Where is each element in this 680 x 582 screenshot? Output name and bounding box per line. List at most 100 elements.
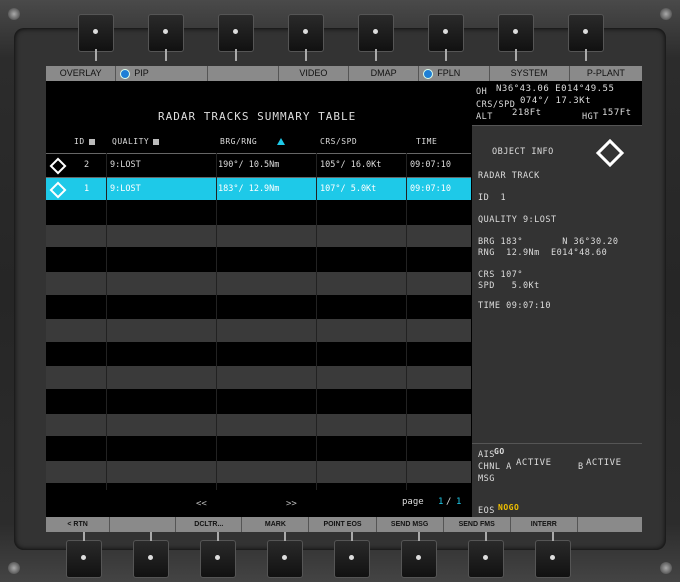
column-divider [106, 153, 107, 490]
crsspd-value: 074°/ 17.3Kt [520, 96, 592, 106]
header-time-label: TIME [416, 137, 438, 146]
tracks-table: 2 9:LOST 190°/ 10.5Nm 105°/ 16.0Kt 09:07… [46, 153, 471, 485]
sort-square-icon [153, 138, 160, 145]
bezel-button-top-8[interactable] [568, 14, 604, 61]
table-row-empty[interactable] [46, 295, 471, 320]
pip-radio-icon [120, 68, 131, 79]
sort-square-icon [88, 138, 95, 145]
pager: << >> page 1 / 1 [46, 497, 471, 513]
rtn-button[interactable]: < RTN [46, 517, 111, 532]
ais-label: AIS [478, 450, 495, 460]
send-msg-button[interactable]: SEND MSG [377, 517, 444, 532]
track-diamond-icon [49, 181, 67, 199]
page-label: page [402, 497, 424, 507]
table-row[interactable]: 2 9:LOST 190°/ 10.5Nm 105°/ 16.0Kt 09:07… [46, 153, 471, 178]
chnl-a-value: ACTIVE [516, 458, 552, 468]
softkey-blank[interactable] [208, 66, 279, 81]
bezel-button-top-4[interactable] [288, 14, 324, 61]
object-id: ID 1 [478, 193, 507, 203]
table-row-empty[interactable] [46, 201, 471, 225]
header-quality[interactable]: QUALITY [112, 137, 163, 146]
page-total: 1 [456, 497, 462, 507]
table-row-selected[interactable]: 1 9:LOST 183°/ 12.9Nm 107°/ 5.0Kt 09:07:… [46, 177, 471, 202]
object-type: RADAR TRACK [478, 171, 540, 181]
softkey-system[interactable]: SYSTEM [490, 66, 570, 81]
cell-crs-spd: 107°/ 5.0Kt [320, 183, 377, 194]
header-crs-spd[interactable]: CRS/SPD [320, 137, 357, 146]
softkey-overlay-label: OVERLAY [59, 68, 102, 78]
bezel-button-bottom-8[interactable] [535, 529, 571, 578]
table-title: RADAR TRACKS SUMMARY TABLE [158, 110, 357, 123]
bezel-button-bottom-5[interactable] [334, 529, 370, 578]
table-row-empty[interactable] [46, 271, 471, 296]
bezel-button-top-6[interactable] [428, 14, 464, 61]
table-row-empty[interactable] [46, 437, 471, 461]
header-crs-spd-label: CRS/SPD [320, 137, 358, 146]
header-brg-rng[interactable]: BRG/RNG [220, 137, 286, 146]
softkey-blank-bottom[interactable] [110, 517, 177, 532]
send-fms-button[interactable]: SEND FMS [444, 517, 511, 532]
softkey-blank-bottom-end[interactable] [578, 517, 642, 532]
cell-brg-rng: 183°/ 12.9Nm [218, 183, 280, 194]
table-row-empty[interactable] [46, 342, 471, 367]
next-page-button[interactable]: >> [286, 499, 297, 509]
screw [8, 8, 20, 20]
alt-label: ALT [476, 112, 493, 122]
eos-label: EOS [478, 506, 495, 516]
cell-time: 09:07:10 [410, 183, 451, 194]
table-row-empty[interactable] [46, 248, 471, 272]
bezel-button-top-3[interactable] [218, 14, 254, 61]
column-divider [216, 153, 217, 490]
table-row-empty[interactable] [46, 389, 471, 414]
screw [660, 562, 672, 574]
track-diamond-icon [49, 157, 67, 175]
header-id[interactable]: ID [74, 137, 99, 146]
table-row-empty[interactable] [46, 366, 471, 390]
crsspd-label: CRS/SPD [476, 100, 516, 110]
bezel-button-top-7[interactable] [498, 14, 534, 61]
chnl-b-value: ACTIVE [586, 458, 622, 468]
prev-page-button[interactable]: << [196, 499, 207, 509]
softkey-pip[interactable]: PIP [116, 66, 209, 81]
softkey-overlay[interactable]: OVERLAY [46, 66, 117, 81]
bezel-button-top-5[interactable] [358, 14, 394, 61]
cell-quality: 9:LOST [110, 160, 141, 170]
table-row-empty[interactable] [46, 460, 471, 485]
bezel-button-top-2[interactable] [148, 14, 184, 61]
own-ship-box: OH N36°43.06 E014°49.55 CRS/SPD 074°/ 17… [472, 81, 642, 126]
softkey-pplant[interactable]: P-PLANT [570, 66, 642, 81]
bezel-button-bottom-7[interactable] [468, 529, 504, 578]
fpln-radio-icon [423, 68, 434, 79]
softkey-video[interactable]: VIDEO [279, 66, 349, 81]
point-eos-button[interactable]: POINT EOS [309, 517, 377, 532]
hgt-label: HGT [582, 112, 599, 122]
screw [8, 562, 20, 574]
oh-label: OH [476, 87, 488, 97]
softkey-fpln[interactable]: FPLN [419, 66, 490, 81]
object-info-title: OBJECT INFO [492, 147, 554, 157]
column-divider [316, 153, 317, 490]
bezel-button-bottom-2[interactable] [133, 529, 169, 578]
table-row-empty[interactable] [46, 224, 471, 249]
cell-quality: 9:LOST [110, 183, 141, 194]
object-spd: SPD 5.0Kt [478, 281, 540, 291]
bezel-button-top-1[interactable] [78, 14, 114, 61]
dcltr-button[interactable]: DCLTR... [176, 517, 243, 532]
bezel-button-bottom-6[interactable] [401, 529, 437, 578]
bezel-button-bottom-3[interactable] [200, 529, 236, 578]
bezel-button-bottom-1[interactable] [66, 529, 102, 578]
page-current: 1 [438, 497, 444, 507]
softkey-pplant-label: P-PLANT [586, 68, 625, 78]
sort-ascending-icon [277, 138, 286, 145]
bezel-button-bottom-4[interactable] [267, 529, 303, 578]
table-row-empty[interactable] [46, 413, 471, 438]
table-row-empty[interactable] [46, 319, 471, 343]
hgt-value: 157Ft [602, 108, 632, 118]
cell-time: 09:07:10 [410, 160, 451, 170]
chnl-b-label: B [578, 462, 584, 472]
softkey-dmap[interactable]: DMAP [349, 66, 420, 81]
mark-button[interactable]: MARK [242, 517, 310, 532]
column-divider [406, 153, 407, 490]
interr-button[interactable]: INTERR [511, 517, 578, 532]
header-time[interactable]: TIME [416, 137, 437, 146]
